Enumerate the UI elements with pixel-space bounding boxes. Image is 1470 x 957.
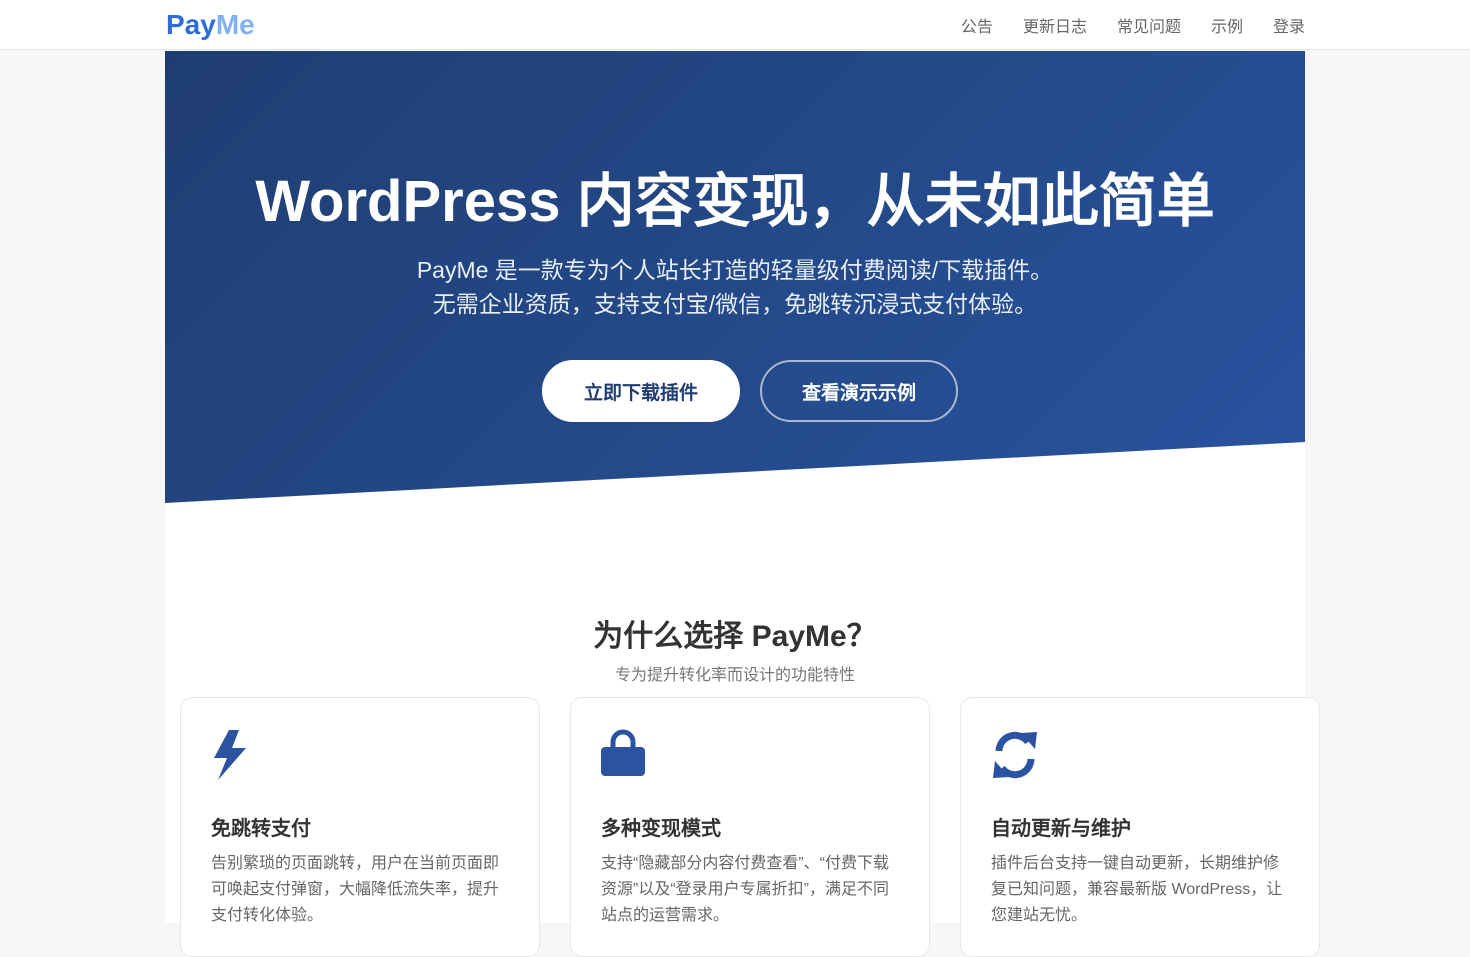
logo-pay-text: Pay	[166, 9, 216, 40]
feature-card-text: 插件后台支持一键自动更新，长期维护修复已知问题，兼容最新版 WordPress，…	[991, 855, 1283, 924]
feature-card-title: 多种变现模式	[601, 818, 721, 840]
feature-card-text: 告别繁琐的页面跳转，用户在当前页面即可唤起支付弹窗，大幅降低流失率，提升支付转化…	[211, 855, 500, 924]
features-title: 为什么选择 PayMe？	[593, 620, 877, 653]
lock-icon	[601, 729, 645, 776]
feature-card-text: 支持“隐藏部分内容付费查看”、“付费下载资源”以及“登录用户专属折扣”，满足不同…	[601, 855, 889, 924]
download-plugin-button[interactable]: 立即下载插件	[542, 360, 740, 422]
top-navbar: PayMe 公告 更新日志 常见问题 示例 登录	[0, 0, 1470, 50]
feature-card-monetization-modes: 多种变现模式 支持“隐藏部分内容付费查看”、“付费下载资源”以及“登录用户专属折…	[570, 697, 930, 957]
nav-link-changelog[interactable]: 更新日志	[1023, 13, 1087, 37]
main-container: WordPress 内容变现，从未如此简单 PayMe 是一款专为个人站长打造的…	[165, 51, 1320, 957]
hero-description-line-2: 无需企业资质，支持支付宝/微信，免跳转沉浸式支付体验。	[432, 291, 1038, 317]
hero-title: WordPress 内容变现，从未如此简单	[255, 169, 1215, 234]
feature-card-title: 自动更新与维护	[991, 818, 1131, 840]
nav-link-login[interactable]: 登录	[1273, 13, 1305, 37]
nav-link-announcements[interactable]: 公告	[961, 13, 993, 37]
nav-link-faq[interactable]: 常见问题	[1117, 13, 1181, 37]
feature-card-auto-update: 自动更新与维护 插件后台支持一键自动更新，长期维护修复已知问题，兼容最新版 Wo…	[960, 697, 1320, 957]
hero-description: PayMe 是一款专为个人站长打造的轻量级付费阅读/下载插件。 无需企业资质，支…	[150, 253, 1320, 321]
sync-icon	[993, 731, 1037, 779]
logo-me-text: Me	[215, 9, 255, 40]
view-demo-button[interactable]: 查看演示示例	[760, 360, 958, 422]
features-subtitle: 专为提升转化率而设计的功能特性	[614, 667, 855, 684]
payme-logo[interactable]: PayMe	[166, 8, 255, 42]
hero-buttons: 立即下载插件 查看演示示例	[542, 360, 958, 422]
nav-links: 公告 更新日志 常见问题 示例 登录	[961, 0, 1305, 50]
lightning-icon	[214, 730, 246, 780]
hero-description-line-1: PayMe 是一款专为个人站长打造的轻量级付费阅读/下载插件。	[416, 257, 1054, 283]
nav-link-examples[interactable]: 示例	[1211, 13, 1243, 37]
feature-card-title: 免跳转支付	[211, 818, 311, 840]
feature-card-no-redirect-payment: 免跳转支付 告别繁琐的页面跳转，用户在当前页面即可唤起支付弹窗，大幅降低流失率，…	[180, 697, 540, 957]
